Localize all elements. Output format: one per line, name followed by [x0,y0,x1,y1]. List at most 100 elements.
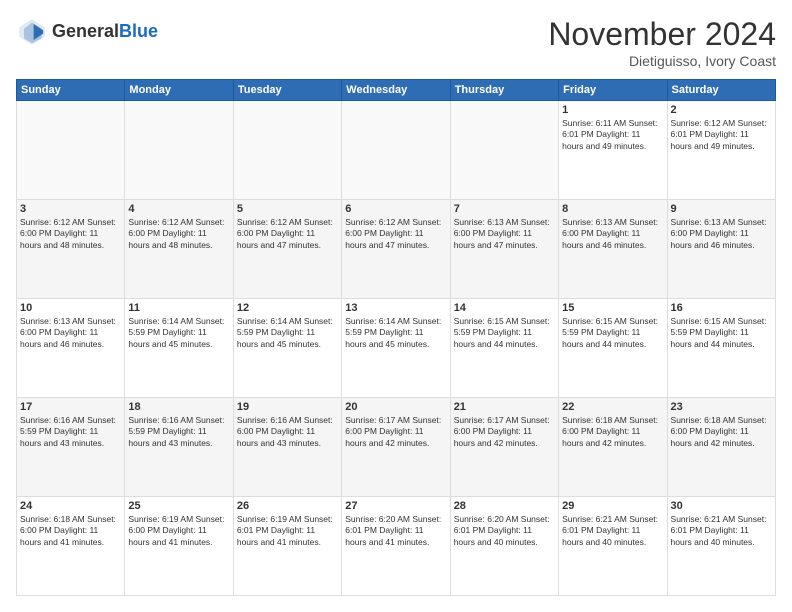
calendar-cell: 25 Sunrise: 6:19 AM Sunset: 6:00 PM Dayli… [125,497,233,596]
day-number: 8 [562,203,663,215]
day-info: Sunrise: 6:16 AM Sunset: 6:00 PM Dayligh… [237,415,338,449]
month-title: November 2024 [548,16,776,53]
day-info: Sunrise: 6:20 AM Sunset: 6:01 PM Dayligh… [345,514,446,548]
day-info: Sunrise: 6:15 AM Sunset: 5:59 PM Dayligh… [454,316,555,350]
day-info: Sunrise: 6:12 AM Sunset: 6:00 PM Dayligh… [345,217,446,251]
day-info: Sunrise: 6:13 AM Sunset: 6:00 PM Dayligh… [454,217,555,251]
day-info: Sunrise: 6:13 AM Sunset: 6:00 PM Dayligh… [20,316,121,350]
calendar-week-row: 10 Sunrise: 6:13 AM Sunset: 6:00 PM Dayli… [17,299,776,398]
day-number: 6 [345,203,446,215]
day-info: Sunrise: 6:13 AM Sunset: 6:00 PM Dayligh… [562,217,663,251]
calendar-day-header: Thursday [450,80,558,101]
calendar-cell: 28Sunrise: 6:20 AM Sunset: 6:01 PM Dayli… [450,497,558,596]
calendar-cell [17,101,125,200]
calendar-cell: 20 Sunrise: 6:17 AM Sunset: 6:00 PM Dayli… [342,398,450,497]
calendar-cell: 13Sunrise: 6:14 AM Sunset: 5:59 PM Dayli… [342,299,450,398]
day-info: Sunrise: 6:14 AM Sunset: 5:59 PM Dayligh… [128,316,229,350]
calendar-cell: 10 Sunrise: 6:13 AM Sunset: 6:00 PM Dayli… [17,299,125,398]
logo-text: GeneralBlue [52,22,158,42]
day-info: Sunrise: 6:21 AM Sunset: 6:01 PM Dayligh… [671,514,772,548]
day-info: Sunrise: 6:12 AM Sunset: 6:00 PM Dayligh… [237,217,338,251]
day-info: Sunrise: 6:19 AM Sunset: 6:01 PM Dayligh… [237,514,338,548]
calendar-cell: 9 Sunrise: 6:13 AM Sunset: 6:00 PM Daylig… [667,200,775,299]
calendar-cell: 18 Sunrise: 6:16 AM Sunset: 5:59 PM Dayli… [125,398,233,497]
calendar-day-header: Wednesday [342,80,450,101]
day-number: 3 [20,203,121,215]
calendar-week-row: 3 Sunrise: 6:12 AM Sunset: 6:00 PM Daylig… [17,200,776,299]
day-number: 10 [20,302,121,314]
page: GeneralBlue November 2024 Dietiguisso, I… [0,0,792,612]
day-info: Sunrise: 6:12 AM Sunset: 6:00 PM Dayligh… [128,217,229,251]
calendar-cell: 27 Sunrise: 6:20 AM Sunset: 6:01 PM Dayli… [342,497,450,596]
location: Dietiguisso, Ivory Coast [548,53,776,69]
calendar-cell: 2Sunrise: 6:12 AM Sunset: 6:01 PM Daylig… [667,101,775,200]
calendar-day-header: Sunday [17,80,125,101]
calendar-cell [450,101,558,200]
day-number: 27 [345,500,446,512]
day-number: 17 [20,401,121,413]
day-number: 14 [454,302,555,314]
day-info: Sunrise: 6:17 AM Sunset: 6:00 PM Dayligh… [345,415,446,449]
day-number: 15 [562,302,663,314]
day-number: 2 [671,104,772,116]
day-info: Sunrise: 6:15 AM Sunset: 5:59 PM Dayligh… [671,316,772,350]
calendar-cell: 6 Sunrise: 6:12 AM Sunset: 6:00 PM Daylig… [342,200,450,299]
calendar-cell: 11 Sunrise: 6:14 AM Sunset: 5:59 PM Dayli… [125,299,233,398]
day-info: Sunrise: 6:16 AM Sunset: 5:59 PM Dayligh… [20,415,121,449]
day-info: Sunrise: 6:14 AM Sunset: 5:59 PM Dayligh… [237,316,338,350]
calendar-day-header: Tuesday [233,80,341,101]
calendar-cell: 8 Sunrise: 6:13 AM Sunset: 6:00 PM Daylig… [559,200,667,299]
calendar-week-row: 24Sunrise: 6:18 AM Sunset: 6:00 PM Dayli… [17,497,776,596]
calendar-cell: 5 Sunrise: 6:12 AM Sunset: 6:00 PM Daylig… [233,200,341,299]
day-info: Sunrise: 6:14 AM Sunset: 5:59 PM Dayligh… [345,316,446,350]
day-info: Sunrise: 6:16 AM Sunset: 5:59 PM Dayligh… [128,415,229,449]
calendar-day-header: Saturday [667,80,775,101]
calendar-day-header: Friday [559,80,667,101]
day-number: 30 [671,500,772,512]
calendar-cell: 12 Sunrise: 6:14 AM Sunset: 5:59 PM Dayli… [233,299,341,398]
calendar-table: SundayMondayTuesdayWednesdayThursdayFrid… [16,79,776,596]
calendar-cell: 3 Sunrise: 6:12 AM Sunset: 6:00 PM Daylig… [17,200,125,299]
calendar-cell: 29 Sunrise: 6:21 AM Sunset: 6:01 PM Dayli… [559,497,667,596]
day-number: 25 [128,500,229,512]
day-number: 29 [562,500,663,512]
day-info: Sunrise: 6:18 AM Sunset: 6:00 PM Dayligh… [671,415,772,449]
calendar-cell: 21 Sunrise: 6:17 AM Sunset: 6:00 PM Dayli… [450,398,558,497]
calendar-cell: 4Sunrise: 6:12 AM Sunset: 6:00 PM Daylig… [125,200,233,299]
calendar-cell: 17 Sunrise: 6:16 AM Sunset: 5:59 PM Dayli… [17,398,125,497]
day-number: 9 [671,203,772,215]
day-number: 7 [454,203,555,215]
calendar-cell: 22Sunrise: 6:18 AM Sunset: 6:00 PM Dayli… [559,398,667,497]
day-info: Sunrise: 6:19 AM Sunset: 6:00 PM Dayligh… [128,514,229,548]
day-number: 5 [237,203,338,215]
logo-icon [16,16,48,48]
calendar-cell [125,101,233,200]
calendar-cell: 19 Sunrise: 6:16 AM Sunset: 6:00 PM Dayli… [233,398,341,497]
day-info: Sunrise: 6:13 AM Sunset: 6:00 PM Dayligh… [671,217,772,251]
calendar-cell: 24Sunrise: 6:18 AM Sunset: 6:00 PM Dayli… [17,497,125,596]
header: GeneralBlue November 2024 Dietiguisso, I… [16,16,776,69]
day-info: Sunrise: 6:21 AM Sunset: 6:01 PM Dayligh… [562,514,663,548]
day-number: 22 [562,401,663,413]
day-number: 28 [454,500,555,512]
title-block: November 2024 Dietiguisso, Ivory Coast [548,16,776,69]
day-number: 18 [128,401,229,413]
calendar-cell: 26 Sunrise: 6:19 AM Sunset: 6:01 PM Dayli… [233,497,341,596]
calendar-cell: 7 Sunrise: 6:13 AM Sunset: 6:00 PM Daylig… [450,200,558,299]
calendar-cell: 14 Sunrise: 6:15 AM Sunset: 5:59 PM Dayli… [450,299,558,398]
day-number: 21 [454,401,555,413]
day-number: 20 [345,401,446,413]
day-info: Sunrise: 6:17 AM Sunset: 6:00 PM Dayligh… [454,415,555,449]
day-number: 11 [128,302,229,314]
day-number: 19 [237,401,338,413]
day-info: Sunrise: 6:18 AM Sunset: 6:00 PM Dayligh… [20,514,121,548]
day-number: 1 [562,104,663,116]
day-number: 23 [671,401,772,413]
calendar-cell: 16Sunrise: 6:15 AM Sunset: 5:59 PM Dayli… [667,299,775,398]
calendar-cell: 23 Sunrise: 6:18 AM Sunset: 6:00 PM Dayli… [667,398,775,497]
day-number: 12 [237,302,338,314]
calendar-cell: 30 Sunrise: 6:21 AM Sunset: 6:01 PM Dayli… [667,497,775,596]
calendar-cell: 1Sunrise: 6:11 AM Sunset: 6:01 PM Daylig… [559,101,667,200]
day-info: Sunrise: 6:12 AM Sunset: 6:00 PM Dayligh… [20,217,121,251]
day-number: 26 [237,500,338,512]
